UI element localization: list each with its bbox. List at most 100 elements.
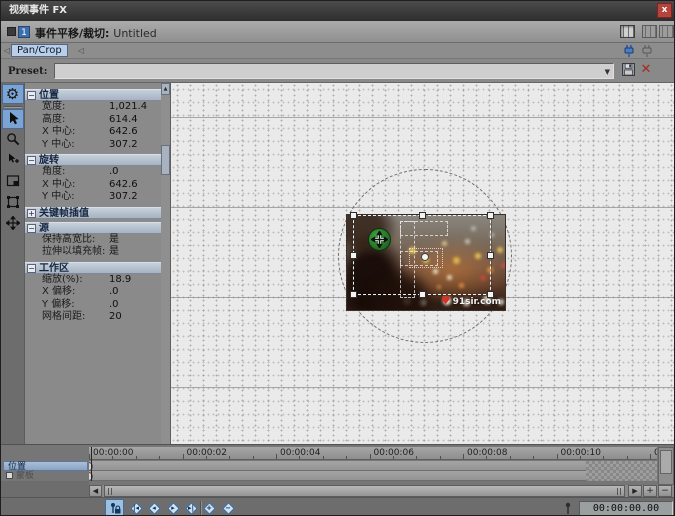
plugin-chain-icon[interactable] [622, 44, 636, 58]
scroll-right-button[interactable]: ▶ [628, 485, 642, 497]
normal-edit-tool[interactable] [2, 109, 24, 129]
zoom-in-time-button[interactable]: + [643, 485, 657, 497]
collapse-icon[interactable]: − [27, 264, 36, 273]
section-header-5[interactable]: −工作区 [25, 262, 161, 274]
property-value[interactable]: 307.2 [109, 139, 138, 151]
ruler-tick [580, 456, 581, 459]
track-label-mask[interactable]: 蒙板 [3, 471, 88, 481]
gear-icon: ⚙ [6, 87, 19, 102]
effect-header-row: 1 事件平移/裁切: Untitled [1, 21, 674, 43]
timeline-playhead[interactable] [91, 447, 92, 481]
layout-grid-icon-1[interactable] [620, 25, 635, 38]
section-title: 旋转 [39, 155, 59, 166]
selection-handle-bottom-left[interactable] [350, 291, 357, 298]
property-value[interactable]: .0 [109, 166, 119, 178]
selection-handle-mid-left[interactable] [350, 252, 357, 259]
property-value[interactable]: 642.6 [109, 179, 138, 191]
close-button[interactable]: x [657, 3, 672, 18]
snap-toggle[interactable] [2, 172, 24, 192]
property-value[interactable]: 307.2 [109, 191, 138, 203]
property-value[interactable]: 20 [109, 311, 122, 323]
expand-icon[interactable]: + [27, 209, 36, 218]
previous-keyframe-button[interactable]: ◂ [146, 500, 162, 516]
layout-grid-icon-3[interactable] [659, 25, 674, 38]
next-keyframe-button[interactable]: ▸ [165, 500, 181, 516]
mask-keyframe-track[interactable] [89, 471, 657, 481]
first-keyframe-button[interactable]: |◂ [128, 500, 144, 516]
effect-enable-checkbox[interactable] [7, 27, 16, 36]
preset-row: Preset: ▼ ✕ [1, 59, 674, 83]
mask-checkbox[interactable] [6, 472, 13, 479]
property-value[interactable]: 18.9 [109, 274, 131, 286]
property-value[interactable]: 是 [109, 246, 119, 258]
property-row: Y 中心: 307.2 [25, 191, 161, 204]
property-value[interactable]: 1,021.4 [109, 101, 147, 113]
collapse-icon[interactable]: − [27, 156, 36, 165]
pan-crop-workspace[interactable]: ♥91sir.com [171, 83, 675, 444]
property-label: 宽度: [42, 101, 65, 113]
chain-right-arrow-icon: ◁ [78, 46, 84, 55]
layout-grid-icon-2[interactable] [642, 25, 657, 38]
plugin-chip-pan-crop[interactable]: Pan/Crop [11, 44, 68, 57]
collapse-icon[interactable]: − [27, 224, 36, 233]
selection-handle-bottom-right[interactable] [487, 291, 494, 298]
selection-handle-top-right[interactable] [487, 212, 494, 219]
preset-dropdown-icon[interactable]: ▼ [605, 68, 610, 76]
property-label: Y 中心: [42, 139, 75, 151]
move-cursor[interactable] [368, 228, 391, 251]
section-header-3[interactable]: +关键帧插值 [25, 207, 161, 219]
delete-preset-button[interactable]: ✕ [638, 62, 654, 79]
property-label: Y 中心: [42, 191, 75, 203]
selection-handle-bottom-mid[interactable] [419, 291, 426, 298]
last-keyframe-button[interactable]: ▸| [183, 500, 199, 516]
section-header-2[interactable]: −旋转 [25, 154, 161, 166]
property-value[interactable]: 是 [109, 234, 119, 246]
property-value[interactable]: 614.4 [109, 114, 138, 126]
section-header-1[interactable]: −位置 [25, 89, 161, 101]
property-panel-scrollbar[interactable]: ▲ [161, 83, 171, 444]
sync-cursor-button[interactable] [105, 499, 124, 516]
delete-keyframe-button[interactable]: − [220, 500, 236, 516]
zoom-out-time-button[interactable]: − [658, 485, 672, 497]
section-title: 位置 [39, 90, 59, 101]
selection-handle-mid-right[interactable] [487, 252, 494, 259]
lock-aspect-toggle[interactable] [2, 193, 24, 213]
save-preset-button[interactable] [620, 62, 636, 79]
selection-handle-top-left[interactable] [350, 212, 357, 219]
property-value[interactable]: 642.6 [109, 126, 138, 138]
keyframe-tracks[interactable] [89, 461, 657, 481]
property-label: X 中心: [42, 179, 75, 191]
zoom-edit-tool[interactable] [2, 130, 24, 150]
timeline-horizontal-scrollbar[interactable]: ◀ ▶ + − [89, 485, 674, 497]
window-title-bar[interactable]: 视频事件 FX x [1, 1, 674, 21]
position-keyframe-track[interactable] [89, 461, 657, 471]
time-ruler[interactable]: 00:00:0000:00:0200:00:0400:00:0600:00:08… [89, 447, 657, 460]
cursor-time-display[interactable]: 00:00:00.00 [579, 501, 673, 516]
effect-title: 事件平移/裁切: Untitled [35, 25, 157, 41]
heart-icon: ♥ [441, 294, 451, 307]
preset-label: Preset: [8, 66, 47, 77]
scrollbar-thumb[interactable] [104, 485, 625, 497]
properties-toggle[interactable]: ⚙ [2, 84, 24, 104]
property-row: Y 偏移:.0 [25, 299, 161, 312]
property-value[interactable]: .0 [109, 286, 119, 298]
selection-handle-top-mid[interactable] [419, 212, 426, 219]
crop-selection-box[interactable] [353, 215, 491, 295]
scrollbar-thumb[interactable] [660, 450, 672, 474]
scroll-up-arrow-icon[interactable]: ▲ [161, 83, 170, 95]
split-edit-tool[interactable] [2, 151, 24, 171]
property-value[interactable]: .0 [109, 299, 119, 311]
thumb-grip [108, 488, 112, 495]
scroll-left-button[interactable]: ◀ [89, 485, 102, 497]
track-label-position[interactable]: 位置 [3, 461, 88, 471]
timeline-vertical-scrollbar[interactable] [658, 447, 674, 485]
plugin-remove-icon[interactable] [640, 44, 654, 58]
section-header-4[interactable]: −源 [25, 222, 161, 234]
ruler-tick [486, 456, 487, 459]
scrollbar-thumb[interactable] [161, 145, 170, 175]
insert-keyframe-button[interactable]: + [201, 500, 217, 516]
move-freely-toggle[interactable] [2, 214, 24, 234]
preset-combobox[interactable]: ▼ [54, 63, 614, 79]
property-label: 角度: [42, 166, 65, 178]
collapse-icon[interactable]: − [27, 91, 36, 100]
